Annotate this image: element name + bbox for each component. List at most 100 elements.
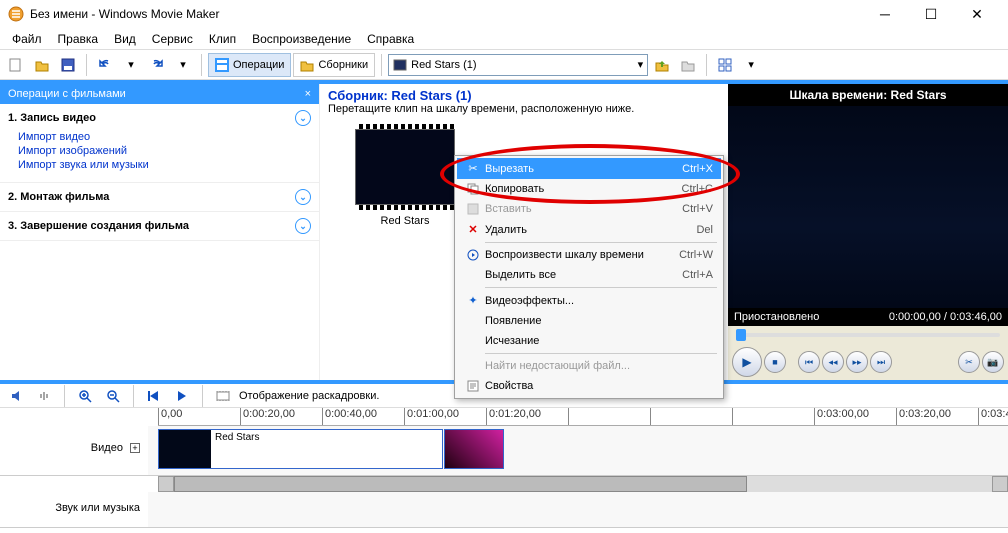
seek-thumb[interactable] <box>736 329 746 341</box>
menu-file[interactable]: Файл <box>4 29 50 49</box>
separator <box>201 54 202 76</box>
cm-video-effects[interactable]: ✦ Видеоэффекты... <box>457 290 721 311</box>
open-button[interactable] <box>30 53 54 77</box>
preview-title: Шкала времени: Red Stars <box>728 84 1008 106</box>
properties-icon <box>461 380 485 392</box>
save-button[interactable] <box>56 53 80 77</box>
preview-panel: Шкала времени: Red Stars Приостановлено … <box>728 84 1008 380</box>
link-import-images[interactable]: Импорт изображений <box>18 144 311 158</box>
preview-status: Приостановлено 0:00:00,00 / 0:03:46,00 <box>728 308 1008 326</box>
cm-play-timeline[interactable]: Воспроизвести шкалу времени Ctrl+W <box>457 245 721 265</box>
scroll-right-button[interactable] <box>992 476 1008 492</box>
up-level-button[interactable] <box>650 53 674 77</box>
delete-icon: ✕ <box>461 223 485 236</box>
separator <box>64 385 65 407</box>
ruler-tick <box>732 408 814 425</box>
play-button[interactable]: ▶ <box>732 347 762 377</box>
operations-toggle[interactable]: Операции <box>208 53 291 77</box>
ruler-tick: 0:01:00,00 <box>404 408 486 425</box>
menu-view[interactable]: Вид <box>106 29 144 49</box>
step-fwd-button[interactable]: ▸▸ <box>846 351 868 373</box>
timeline-ruler[interactable]: 0,000:00:20,000:00:40,000:01:00,000:01:2… <box>158 408 1008 426</box>
thumbnail-label: Red Stars <box>350 215 460 227</box>
timeline-clip-1[interactable]: Red Stars <box>158 429 443 469</box>
redo-button[interactable] <box>145 53 169 77</box>
operations-label: Операции <box>233 59 284 71</box>
clip-thumbnail[interactable]: Red Stars <box>350 129 460 227</box>
audio-levels-button[interactable] <box>32 384 56 408</box>
h-scrollbar[interactable] <box>158 476 1008 492</box>
undo-drop[interactable]: ▾ <box>119 53 143 77</box>
task-section-2[interactable]: 2. Монтаж фильма ⌄ <box>8 189 311 205</box>
narrate-button[interactable] <box>4 384 28 408</box>
cm-delete[interactable]: ✕ Удалить Del <box>457 219 721 240</box>
preview-seekbar[interactable] <box>728 326 1008 344</box>
star-icon: ✦ <box>461 294 485 307</box>
video-track: Видео + Red Stars <box>0 426 1008 476</box>
link-import-audio[interactable]: Импорт звука или музыки <box>18 158 311 172</box>
cm-fade-out[interactable]: Исчезание <box>457 331 721 351</box>
menu-help[interactable]: Справка <box>359 29 422 49</box>
storyboard-label[interactable]: Отображение раскадровки. <box>239 390 379 402</box>
tasks-close-icon[interactable]: × <box>305 88 311 100</box>
context-menu: ✂ Вырезать Ctrl+X Копировать Ctrl+C Вста… <box>454 155 724 399</box>
thumbnail-frame <box>355 129 455 205</box>
menu-clip[interactable]: Клип <box>201 29 244 49</box>
view-drop[interactable]: ▾ <box>739 53 763 77</box>
split-button[interactable]: ✂ <box>958 351 980 373</box>
paste-icon <box>461 203 485 215</box>
zoom-out-button[interactable] <box>101 384 125 408</box>
preview-canvas[interactable] <box>728 106 1008 308</box>
rewind-button[interactable] <box>142 384 166 408</box>
cm-cut[interactable]: ✂ Вырезать Ctrl+X <box>457 158 721 179</box>
undo-button[interactable] <box>93 53 117 77</box>
menu-service[interactable]: Сервис <box>144 29 201 49</box>
chevron-icon: ⌄ <box>295 110 311 126</box>
collection-title: Сборник: Red Stars (1) <box>328 88 720 103</box>
chevron-icon: ⌄ <box>295 218 311 234</box>
separator <box>381 54 382 76</box>
link-import-video[interactable]: Импорт видео <box>18 130 311 144</box>
clip-thumb <box>159 430 211 468</box>
stop-button[interactable]: ■ <box>764 351 786 373</box>
minimize-button[interactable]: ─ <box>862 0 908 28</box>
cm-properties[interactable]: Свойства <box>457 376 721 396</box>
cm-copy[interactable]: Копировать Ctrl+C <box>457 179 721 199</box>
section3-title: 3. Завершение создания фильма <box>8 220 189 232</box>
tasks-header-label: Операции с фильмами <box>8 88 126 100</box>
expand-track-icon[interactable]: + <box>130 443 140 453</box>
view-mode-button[interactable] <box>713 53 737 77</box>
task-section-3[interactable]: 3. Завершение создания фильма ⌄ <box>8 218 311 234</box>
next-clip-button[interactable]: ⏭ <box>870 351 892 373</box>
step-back-button[interactable]: ◂◂ <box>822 351 844 373</box>
cm-select-all[interactable]: Выделить все Ctrl+A <box>457 265 721 285</box>
scroll-left-button[interactable] <box>158 476 174 492</box>
scroll-thumb[interactable] <box>174 476 747 492</box>
new-folder-button[interactable] <box>676 53 700 77</box>
zoom-in-button[interactable] <box>73 384 97 408</box>
audio-track-content[interactable] <box>148 492 1008 527</box>
copy-icon <box>461 183 485 195</box>
menu-playback[interactable]: Воспроизведение <box>244 29 359 49</box>
video-track-content[interactable]: Red Stars <box>148 426 1008 475</box>
chevron-down-icon: ▾ <box>638 58 644 71</box>
redo-drop[interactable]: ▾ <box>171 53 195 77</box>
menu-edit[interactable]: Правка <box>50 29 107 49</box>
prev-clip-button[interactable]: ⏮ <box>798 351 820 373</box>
ruler-tick: 0:01:20,00 <box>486 408 568 425</box>
snapshot-button[interactable]: 📷 <box>982 351 1004 373</box>
storyboard-icon[interactable] <box>211 384 235 408</box>
play-timeline-button[interactable] <box>170 384 194 408</box>
task-section-1[interactable]: 1. Запись видео ⌄ <box>8 110 311 126</box>
ruler-tick <box>650 408 732 425</box>
close-button[interactable]: ✕ <box>954 0 1000 28</box>
timeline-clip-2[interactable] <box>444 429 504 469</box>
clip-thumb <box>445 430 503 468</box>
collections-toggle[interactable]: Сборники <box>293 53 375 77</box>
preview-controls: ▶ ■ ⏮ ◂◂ ▸▸ ⏭ ✂ 📷 <box>728 344 1008 380</box>
collection-combo[interactable]: Red Stars (1) ▾ <box>388 54 648 76</box>
new-button[interactable] <box>4 53 28 77</box>
audio-track: Звук или музыка <box>0 492 1008 528</box>
cm-fade-in[interactable]: Появление <box>457 311 721 331</box>
maximize-button[interactable]: ☐ <box>908 0 954 28</box>
